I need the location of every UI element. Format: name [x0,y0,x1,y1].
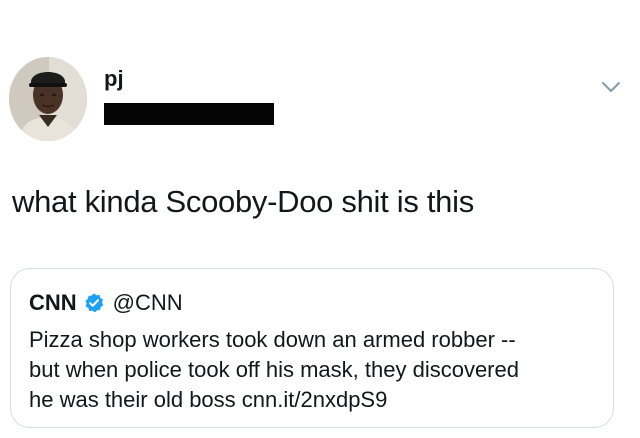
quoted-tweet-text: Pizza shop workers took down an armed ro… [29,325,609,415]
redacted-handle [104,103,274,125]
quoted-tweet-line-text: he was their old boss [29,387,236,412]
avatar-photo [9,57,87,141]
quoted-tweet-line-last: he was their old boss cnn.it/2nxdpS9 [29,385,609,415]
tweet: pj what kinda Scooby-Doo shit is this CN… [0,0,640,438]
chevron-down-icon[interactable] [598,76,624,98]
quoted-author-name: CNN [29,290,77,315]
quoted-tweet-card[interactable]: CNN @CNN Pizza shop workers took down an… [10,268,614,428]
verified-badge-icon [85,293,103,313]
quoted-tweet-line: but when police took off his mask, they … [29,357,519,382]
quoted-tweet-header: CNN @CNN [29,289,183,317]
author-display-name[interactable]: pj [104,66,124,92]
tweet-text: what kinda Scooby-Doo shit is this [12,184,474,219]
quoted-tweet-line: Pizza shop workers took down an armed ro… [29,327,516,352]
quoted-author-handle: @CNN [112,290,183,315]
author-avatar[interactable] [9,57,87,141]
quoted-tweet-link[interactable]: cnn.it/2nxdpS9 [242,387,388,412]
